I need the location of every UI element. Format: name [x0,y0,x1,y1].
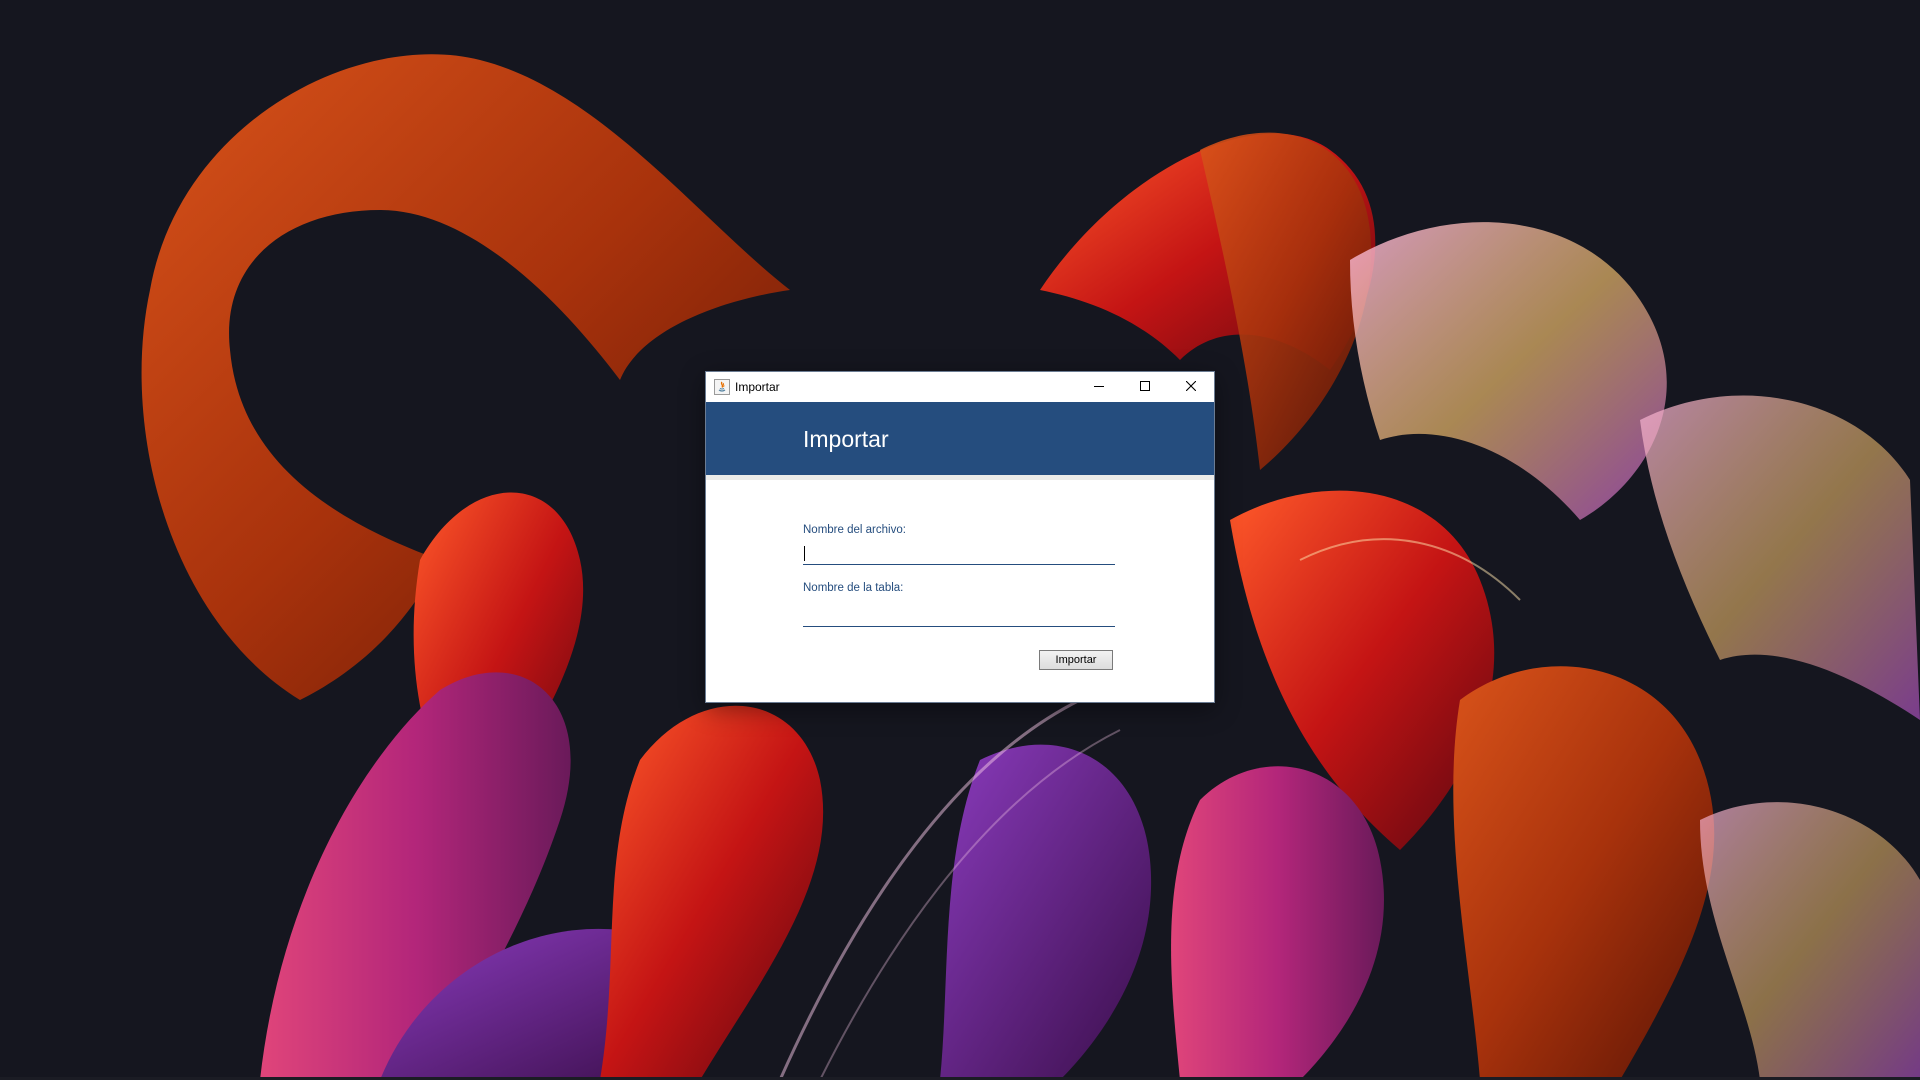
window-title: Importar [735,380,780,394]
archivo-label: Nombre del archivo: [803,524,906,536]
header-banner: Importar [706,402,1214,475]
text-caret [804,546,805,561]
minimize-button[interactable] [1076,372,1122,402]
maximize-icon [1140,378,1150,396]
archivo-input[interactable] [803,544,1115,565]
minimize-icon [1094,378,1104,396]
close-icon [1185,378,1197,396]
tabla-label: Nombre de la tabla: [803,582,904,594]
page-title: Importar [803,426,889,452]
header-divider [706,475,1214,480]
maximize-button[interactable] [1122,372,1168,402]
title-bar[interactable]: Importar [706,372,1214,402]
importar-window: Importar Importar Nombre del archivo: No… [706,372,1214,702]
tabla-input[interactable] [803,606,1115,627]
close-button[interactable] [1168,372,1214,402]
import-button[interactable]: Importar [1039,650,1113,670]
java-app-icon [714,379,730,395]
